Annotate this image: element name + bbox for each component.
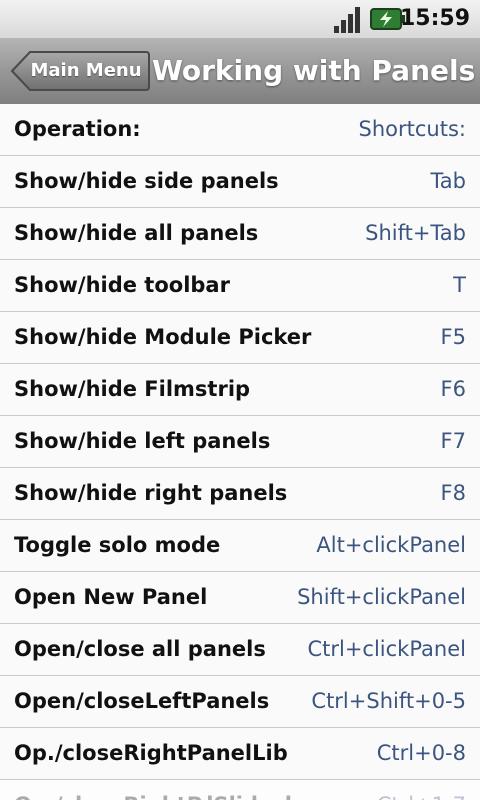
table-row[interactable]: Show/hide side panels Tab <box>0 156 480 208</box>
table-row[interactable]: Show/hide toolbar T <box>0 260 480 312</box>
operation-label: Show/hide right panels <box>14 481 288 505</box>
table-row[interactable]: Show/hide right panels F8 <box>0 468 480 520</box>
shortcut-value: Alt+clickPanel <box>316 533 466 557</box>
shortcut-value: F7 <box>440 429 466 453</box>
operation-label: Show/hide all panels <box>14 221 259 245</box>
status-bar: 15:59 <box>0 0 480 38</box>
operation-label: Op./closeRightP.lSlideshow <box>14 780 334 800</box>
operation-label: Open/closeLeftPanels <box>14 689 270 713</box>
operation-label: Op./closeRightPanelLib <box>14 741 288 765</box>
shortcut-value: T <box>453 273 466 297</box>
table-row[interactable]: Show/hide left panels F7 <box>0 416 480 468</box>
main-menu-back-button[interactable]: Main Menu <box>10 50 150 92</box>
signal-icon <box>334 7 360 33</box>
shortcut-value: Tab <box>430 169 466 193</box>
shortcut-value: F6 <box>440 377 466 401</box>
operation-label: Show/hide Module Picker <box>14 325 312 349</box>
shortcut-value: F8 <box>440 481 466 505</box>
shortcut-value: Ctrl+clickPanel <box>307 637 466 661</box>
table-row[interactable]: Toggle solo mode Alt+clickPanel <box>0 520 480 572</box>
table-header-row: Operation: Shortcuts: <box>0 104 480 156</box>
main-menu-label: Main Menu <box>30 60 142 81</box>
table-row[interactable]: Op./closeRightPanelLib Ctrl+0-8 <box>0 728 480 780</box>
operation-label: Show/hide side panels <box>14 169 279 193</box>
shortcut-column-header: Shortcuts: <box>358 117 466 141</box>
operation-label: Open New Panel <box>14 585 208 609</box>
shortcut-value: Ctrl+Shift+0-5 <box>311 689 466 713</box>
operation-label: Show/hide toolbar <box>14 273 230 297</box>
operation-label: Open/close all panels <box>14 637 266 661</box>
table-row[interactable]: Open New Panel Shift+clickPanel <box>0 572 480 624</box>
table-row[interactable]: Open/close all panels Ctrl+clickPanel <box>0 624 480 676</box>
table-row[interactable]: Show/hide Filmstrip F6 <box>0 364 480 416</box>
page-title: Working with Panels <box>152 54 476 87</box>
table-row[interactable]: Op./closeRightP.lSlideshow Ctrl+1-7 <box>0 780 480 800</box>
table-row[interactable]: Show/hide Module Picker F5 <box>0 312 480 364</box>
status-clock: 15:59 <box>399 6 470 31</box>
operation-column-header: Operation: <box>14 117 141 141</box>
table-row[interactable]: Open/closeLeftPanels Ctrl+Shift+0-5 <box>0 676 480 728</box>
shortcut-value: Shift+clickPanel <box>297 585 466 609</box>
shortcut-value: Shift+Tab <box>365 221 466 245</box>
shortcut-table: Operation: Shortcuts: Show/hide side pan… <box>0 104 480 800</box>
shortcut-value: F5 <box>440 325 466 349</box>
shortcut-value: Ctrl+0-8 <box>376 741 466 765</box>
shortcut-value: Ctrl+1-7 <box>377 780 466 800</box>
table-row[interactable]: Show/hide all panels Shift+Tab <box>0 208 480 260</box>
operation-label: Toggle solo mode <box>14 533 221 557</box>
title-bar: Main Menu Working with Panels <box>0 38 480 105</box>
operation-label: Show/hide Filmstrip <box>14 377 251 401</box>
operation-label: Show/hide left panels <box>14 429 271 453</box>
